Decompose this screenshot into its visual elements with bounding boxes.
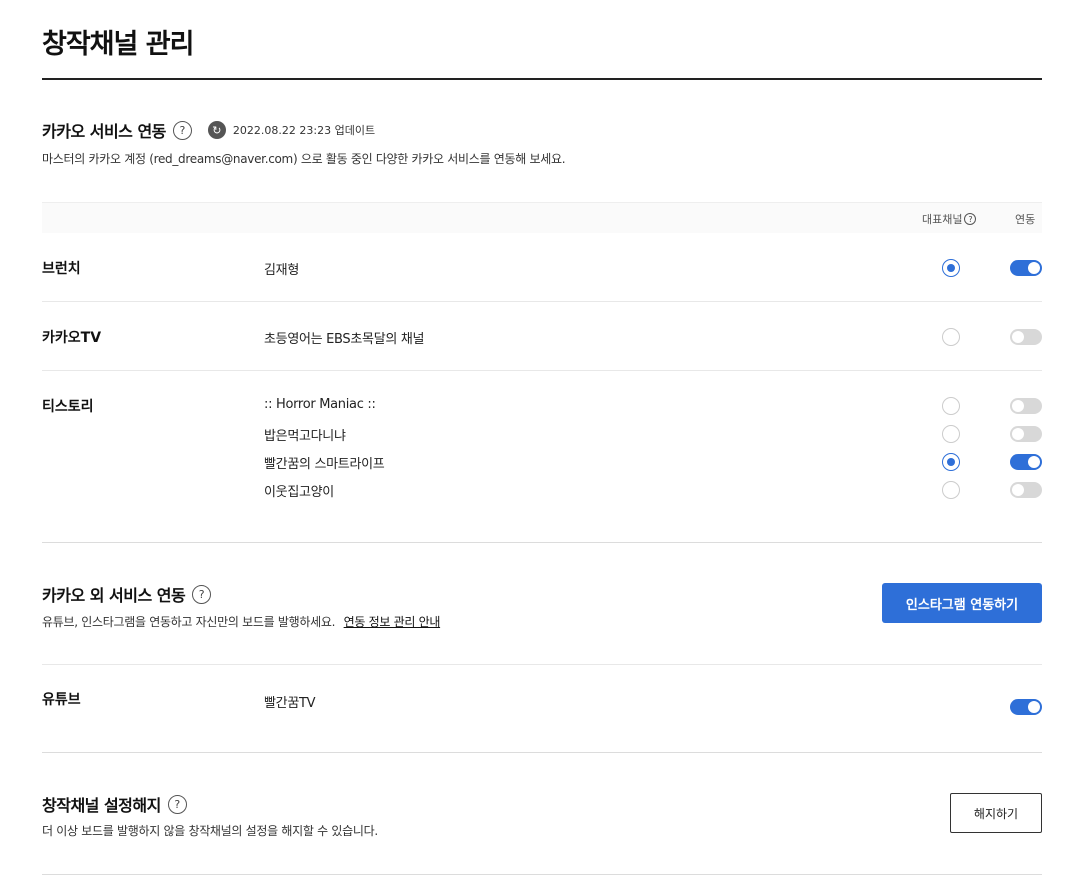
kakao-services-header: 카카오 서비스 연동 ? ↻ 2022.08.22 23:23 업데이트 <box>42 118 375 142</box>
external-services-description: 유튜브, 인스타그램을 연동하고 자신만의 보드를 발행하세요. 연동 정보 관… <box>42 615 441 629</box>
primary-channel-radio[interactable] <box>942 425 960 443</box>
refresh-icon[interactable]: ↻ <box>207 121 226 139</box>
section-title: 창작채널 설정해지 <box>42 796 161 815</box>
primary-channel-radio[interactable] <box>942 328 960 346</box>
help-icon[interactable]: ? <box>964 213 977 225</box>
title-divider <box>42 78 1042 80</box>
channel-label: 김재형 <box>264 263 299 278</box>
primary-channel-radio[interactable] <box>942 397 960 415</box>
row-divider <box>42 664 1042 665</box>
link-toggle[interactable] <box>1010 398 1042 414</box>
kakao-services-description: 마스터의 카카오 계정 (red_dreams@naver.com) 으로 활동… <box>42 152 566 166</box>
channel-label: 초등영어는 EBS초목달의 채널 <box>264 332 425 347</box>
unset-description: 더 이상 보드를 발행하지 않을 창작채널의 설정을 해지할 수 있습니다. <box>42 824 378 838</box>
link-toggle[interactable] <box>1010 426 1042 442</box>
instagram-link-button[interactable]: 인스타그램 연동하기 <box>882 583 1042 623</box>
help-icon[interactable]: ? <box>172 120 192 140</box>
row-divider <box>42 370 1042 371</box>
update-text: 2022.08.22 23:23 업데이트 <box>232 124 376 137</box>
channel-label: :: Horror Maniac :: <box>264 397 376 412</box>
service-name-tistory: 티스토리 <box>42 399 94 415</box>
channel-label: 이웃집고양이 <box>264 485 334 500</box>
service-name-brunch: 브런치 <box>42 261 81 277</box>
link-toggle[interactable] <box>1010 260 1042 276</box>
external-services-header: 카카오 외 서비스 연동 ? <box>42 582 212 606</box>
link-toggle[interactable] <box>1010 482 1042 498</box>
update-status: ↻ 2022.08.22 23:23 업데이트 <box>207 121 376 139</box>
service-name-youtube: 유튜브 <box>42 692 81 708</box>
link-toggle[interactable] <box>1010 699 1042 715</box>
section-title: 카카오 서비스 연동 <box>42 122 166 141</box>
section-title: 카카오 외 서비스 연동 <box>42 586 186 605</box>
section-divider <box>42 874 1042 875</box>
unset-header: 창작채널 설정해지 ? <box>42 792 187 816</box>
col-link: 연동 <box>1015 213 1036 226</box>
help-icon[interactable]: ? <box>167 794 187 814</box>
col-primary-channel: 대표채널 ? <box>922 211 977 227</box>
help-icon[interactable]: ? <box>192 584 212 604</box>
service-name-kakaotv: 카카오TV <box>42 330 102 346</box>
link-info-guide-link[interactable]: 연동 정보 관리 안내 <box>344 615 441 629</box>
section-divider <box>42 752 1042 753</box>
channel-label: 빨간꿈의 스마트라이프 <box>264 457 385 472</box>
link-toggle[interactable] <box>1010 454 1042 470</box>
primary-channel-radio[interactable] <box>942 453 960 471</box>
section-divider <box>42 542 1042 543</box>
unset-button[interactable]: 해지하기 <box>950 793 1042 833</box>
link-toggle[interactable] <box>1010 329 1042 345</box>
primary-channel-radio[interactable] <box>942 481 960 499</box>
row-divider <box>42 301 1042 302</box>
channel-label: 빨간꿈TV <box>264 696 316 711</box>
table-header: 대표채널 ? 연동 <box>42 202 1042 233</box>
primary-channel-radio[interactable] <box>942 259 960 277</box>
channel-label: 밥은먹고다니냐 <box>264 429 346 444</box>
page-title: 창작채널 관리 <box>42 29 194 60</box>
